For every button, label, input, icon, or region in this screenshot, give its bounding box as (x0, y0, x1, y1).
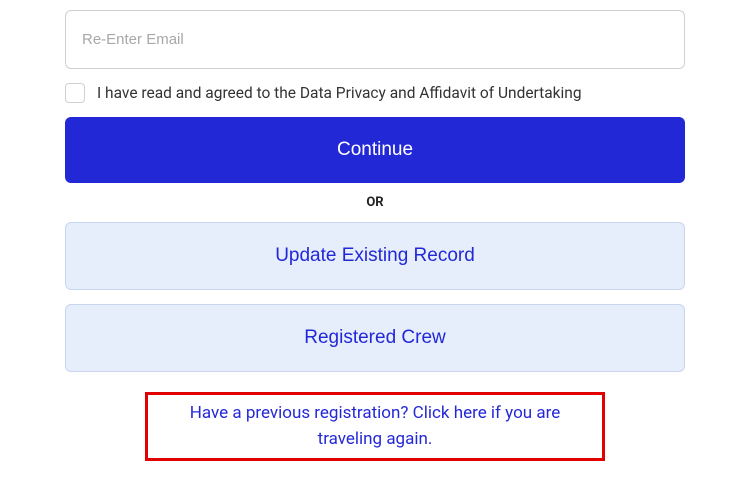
or-divider: OR (65, 195, 685, 210)
continue-button[interactable]: Continue (65, 117, 685, 183)
privacy-checkbox-row: I have read and agreed to the Data Priva… (65, 83, 685, 103)
previous-registration-highlight: Have a previous registration? Click here… (145, 392, 605, 461)
privacy-label: I have read and agreed to the Data Priva… (97, 84, 582, 102)
reenter-email-input[interactable] (65, 10, 685, 69)
previous-registration-link[interactable]: Have a previous registration? Click here… (190, 403, 561, 449)
registered-crew-button[interactable]: Registered Crew (65, 304, 685, 372)
privacy-checkbox[interactable] (65, 83, 85, 103)
update-existing-record-button[interactable]: Update Existing Record (65, 222, 685, 290)
